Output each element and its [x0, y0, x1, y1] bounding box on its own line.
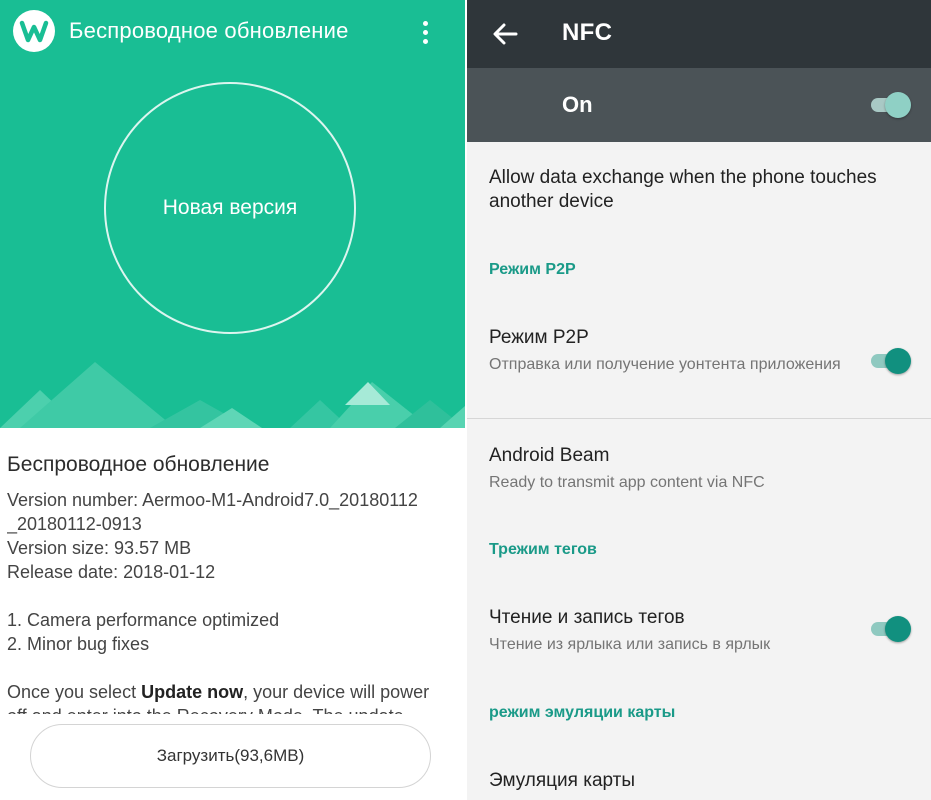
row-divider	[467, 418, 931, 419]
new-version-circle[interactable]: Новая версия	[104, 82, 356, 334]
p2p-mode-subtitle: Отправка или получение уонтента приложен…	[489, 356, 841, 373]
details-heading: Беспроводное обновление	[7, 453, 270, 476]
new-version-label: Новая версия	[162, 196, 298, 219]
update-details: Беспроводное обновление Version number: …	[7, 452, 462, 714]
app-bar: Беспроводное обновление	[0, 0, 465, 64]
master-switch-label: On	[562, 92, 593, 117]
section-header-p2p: Режим P2P	[489, 261, 576, 278]
master-switch-bar[interactable]: On	[467, 68, 931, 142]
w-logo-icon	[13, 10, 55, 52]
nfc-master-toggle[interactable]	[869, 90, 913, 120]
nfc-description: Allow data exchange when the phone touch…	[489, 167, 877, 212]
download-button[interactable]: Загрузить(93,6MB)	[30, 724, 431, 788]
android-beam-subtitle: Ready to transmit app content via NFC	[489, 474, 765, 491]
card-emulation-title: Эмуляция карты	[489, 770, 636, 791]
update-notice-cont: off and enter into the Recovery Mode. Th…	[7, 704, 462, 714]
changelog-item: 2. Minor bug fixes	[7, 634, 150, 654]
tag-read-write-toggle[interactable]	[869, 614, 913, 644]
version-size: Version size: 93.57 MB	[7, 538, 192, 558]
android-beam-title: Android Beam	[489, 445, 610, 466]
tag-read-write-subtitle: Чтение из ярлыка или запись в ярлык	[489, 636, 771, 653]
more-vert-icon[interactable]	[412, 16, 438, 48]
version-number-cont: _20180112-0913	[7, 514, 142, 534]
section-header-card-emulation: режим эмуляции карты	[489, 704, 676, 721]
version-number: Version number: Aermoo-M1-Android7.0_201…	[7, 490, 418, 510]
p2p-mode-title: Режим P2P	[489, 327, 589, 348]
section-header-tags: Трежим тегов	[489, 541, 597, 558]
changelog-item: 1. Camera performance optimized	[7, 610, 280, 630]
update-hero: Беспроводное обновление Новая версия	[0, 0, 465, 428]
update-notice: Once you select Update now, your device …	[7, 682, 430, 702]
nfc-settings-screen: NFC On Allow data exchange when the phon…	[467, 0, 931, 800]
release-date: Release date: 2018-01-12	[7, 562, 216, 582]
tag-read-write-row[interactable]	[467, 590, 931, 670]
page-title: NFC	[562, 19, 613, 46]
p2p-mode-toggle[interactable]	[869, 346, 913, 376]
arrow-back-icon[interactable]	[489, 18, 521, 50]
app-title: Беспроводное обновление	[69, 18, 349, 43]
ota-update-screen: Беспроводное обновление Новая версия Бес…	[0, 0, 465, 800]
nfc-toolbar: NFC	[467, 0, 931, 68]
mountains-decoration	[0, 362, 465, 428]
tag-read-write-title: Чтение и запись тегов	[489, 607, 685, 628]
